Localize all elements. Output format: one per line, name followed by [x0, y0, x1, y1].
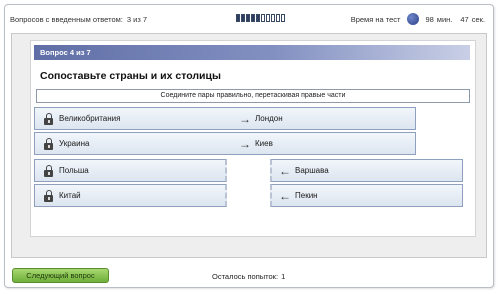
clock-icon [407, 13, 420, 25]
minutes-value: 98 [425, 14, 434, 24]
right-item-draggable[interactable]: ← Пекин [270, 184, 463, 207]
progress-dot [256, 14, 260, 22]
arrow-left-icon: ← [279, 163, 291, 178]
progress-dot [251, 14, 255, 22]
question-progress-indicator [236, 14, 285, 22]
pair-right-label: Лондон [255, 114, 283, 123]
answered-value: 3 из 7 [126, 15, 148, 24]
status-bar: Вопросов с введенным ответом: 3 из 7 Врем… [5, 5, 493, 31]
question-card: Вопрос 4 из 7 Сопоставьте страны и их ст… [30, 40, 476, 237]
answered-label: Вопросов с введенным ответом: [10, 15, 123, 24]
right-item-draggable[interactable]: ← Варшава [270, 159, 463, 182]
attempts-value: 1 [281, 272, 286, 281]
progress-dot [276, 14, 280, 22]
time-label: Время на тест [350, 14, 401, 24]
pair-right-label: Киев [255, 139, 273, 148]
left-item[interactable]: Польша [34, 159, 227, 182]
lock-icon [44, 189, 53, 202]
time-remaining: Время на тест 98 мин. 47 сек. [351, 13, 485, 25]
seconds-unit: сек. [471, 14, 485, 24]
question-panel: Вопрос 4 из 7 Сопоставьте страны и их ст… [11, 33, 487, 258]
question-header: Вопрос 4 из 7 [34, 45, 470, 60]
left-item[interactable]: Китай [34, 184, 227, 207]
attempts-label: Осталось попыток: [212, 272, 279, 281]
lock-icon [44, 164, 53, 177]
right-item-label: Пекин [295, 191, 318, 200]
minutes-unit: мин. [436, 14, 453, 24]
matched-pair[interactable]: Великобритания → Лондон [34, 107, 416, 130]
left-item-label: Китай [59, 191, 81, 200]
progress-dot [261, 14, 265, 22]
arrow-right-icon: → [239, 136, 251, 151]
progress-dot [236, 14, 240, 22]
arrow-left-icon: ← [279, 188, 291, 203]
seconds-value: 47 [460, 14, 469, 24]
progress-dot [266, 14, 270, 22]
pair-left-label: Украина [59, 139, 90, 148]
right-item-label: Варшава [295, 166, 329, 175]
pair-left-label: Великобритания [59, 114, 121, 123]
left-item-label: Польша [59, 166, 89, 175]
progress-dot [281, 14, 285, 22]
question-title: Сопоставьте страны и их столицы [40, 70, 221, 82]
attempts-remaining: Осталось попыток: 1 [212, 272, 285, 281]
progress-dot [271, 14, 275, 22]
lock-icon [44, 137, 53, 150]
progress-dot [241, 14, 245, 22]
next-question-button[interactable]: Следующий вопрос [12, 268, 109, 283]
lock-icon [44, 112, 53, 125]
arrow-right-icon: → [239, 111, 251, 126]
progress-dot [246, 14, 250, 22]
test-window: Вопросов с введенным ответом: 3 из 7 Врем… [4, 4, 494, 288]
question-instruction: Соедините пары правильно, перетаскивая п… [36, 89, 470, 103]
answered-counter: Вопросов с введенным ответом: 3 из 7 [10, 15, 147, 24]
matched-pair[interactable]: Украина → Киев [34, 132, 416, 155]
